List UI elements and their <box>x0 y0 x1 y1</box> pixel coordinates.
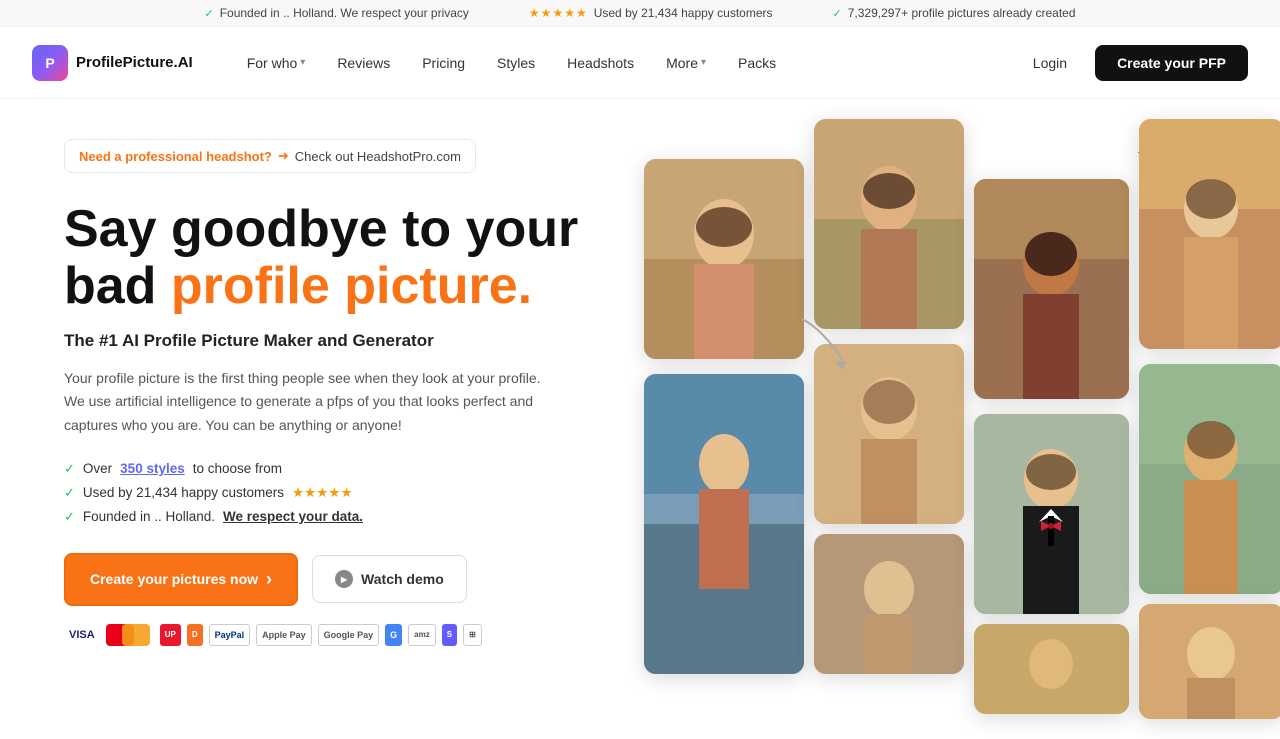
watch-demo-button[interactable]: ▶ Watch demo <box>312 555 467 603</box>
check-icon-2: ✓ <box>833 7 842 20</box>
feature-styles: ✓ Over 350 styles to choose from <box>64 461 604 477</box>
hero-description: Your profile picture is the first thing … <box>64 367 544 436</box>
photo-card-5 <box>974 179 1129 399</box>
nav-headshots[interactable]: Headshots <box>553 47 648 79</box>
unionpay-icon: UP <box>160 624 181 646</box>
qr-icon: ⊞ <box>463 624 482 646</box>
photo-card-4b <box>814 534 964 674</box>
play-icon: ▶ <box>335 570 353 588</box>
navbar: P ProfilePicture.AI For who ▾ Reviews Pr… <box>0 27 1280 99</box>
heading-highlight: profile picture. <box>171 257 532 315</box>
arrow-icon: ➜ <box>278 148 289 164</box>
payment-icons: VISA UP D PayPal Apple Pay Google Pay G … <box>64 624 604 646</box>
nav-reviews[interactable]: Reviews <box>323 47 404 79</box>
googlepay-icon: Google Pay <box>318 624 380 646</box>
watch-label: Watch demo <box>361 571 444 587</box>
connector-arrow-svg <box>792 309 852 369</box>
nav-links: For who ▾ Reviews Pricing Styles Headsho… <box>233 47 1017 79</box>
google-icon: G <box>385 624 402 646</box>
hero-right: Training set <box>604 139 1216 717</box>
headshot-banner-text: Check out HeadshotPro.com <box>295 149 461 164</box>
heading-line2: bad <box>64 257 171 315</box>
rating-stars: ★★★★★ <box>292 485 353 501</box>
amazon-icon: amz <box>408 624 436 646</box>
action-row: Create your pictures now › ▶ Watch demo <box>64 553 604 606</box>
photo-card-5c <box>974 624 1129 714</box>
stripe-icon: S <box>442 624 457 646</box>
visa-icon: VISA <box>64 624 100 646</box>
image-collage: Training set <box>644 119 1280 739</box>
feature-list: ✓ Over 350 styles to choose from ✓ Used … <box>64 461 604 525</box>
topbar: ✓ Founded in .. Holland. We respect your… <box>0 0 1280 27</box>
topbar-privacy: ✓ Founded in .. Holland. We respect your… <box>204 6 468 20</box>
discover-icon: D <box>187 624 203 646</box>
check-icon-5: ✓ <box>64 509 75 525</box>
headshot-banner[interactable]: Need a professional headshot? ➜ Check ou… <box>64 139 476 173</box>
headshot-link: Need a professional headshot? <box>79 149 272 164</box>
photo-card-6 <box>1139 119 1280 349</box>
nav-styles[interactable]: Styles <box>483 47 549 79</box>
photo-card-8 <box>1139 604 1280 719</box>
topbar-customers: ★★★★★ Used by 21,434 happy customers <box>529 6 773 20</box>
arrow-right-icon: › <box>266 569 272 590</box>
logo-icon: P <box>32 45 68 81</box>
photo-card-4 <box>814 344 964 524</box>
feature-privacy: ✓ Founded in .. Holland. We respect your… <box>64 509 604 525</box>
mastercard-orange-icon <box>122 624 150 646</box>
nav-more[interactable]: More ▾ <box>652 47 720 79</box>
logo-text: ProfilePicture.AI <box>76 54 193 71</box>
create-pfp-button[interactable]: Create your PFP <box>1095 45 1248 81</box>
hero-subheading: The #1 AI Profile Picture Maker and Gene… <box>64 331 604 351</box>
photo-card-3 <box>814 119 964 329</box>
photo-card-5b <box>974 414 1129 614</box>
nav-actions: Login Create your PFP <box>1017 45 1248 81</box>
chevron-down-icon: ▾ <box>300 57 305 68</box>
hero-left: Need a professional headshot? ➜ Check ou… <box>64 139 604 717</box>
main-content: Need a professional headshot? ➜ Check ou… <box>0 99 1280 717</box>
check-icon-3: ✓ <box>64 461 75 477</box>
paypal-icon: PayPal <box>209 624 251 646</box>
heading-line1: Say goodbye to your <box>64 200 578 258</box>
hero-heading: Say goodbye to your bad profile picture. <box>64 201 604 315</box>
login-button[interactable]: Login <box>1017 47 1083 79</box>
nav-pricing[interactable]: Pricing <box>408 47 479 79</box>
check-icon: ✓ <box>204 7 213 20</box>
applepay-icon: Apple Pay <box>256 624 312 646</box>
styles-link[interactable]: 350 styles <box>120 461 185 476</box>
feature-customers: ✓ Used by 21,434 happy customers ★★★★★ <box>64 485 604 501</box>
check-icon-4: ✓ <box>64 485 75 501</box>
create-pictures-button[interactable]: Create your pictures now › <box>64 553 298 606</box>
create-btn-label: Create your pictures now <box>90 571 258 587</box>
photo-card-1 <box>644 159 804 359</box>
logo[interactable]: P ProfilePicture.AI <box>32 45 193 81</box>
chevron-down-icon-2: ▾ <box>701 57 706 68</box>
nav-packs[interactable]: Packs <box>724 47 790 79</box>
privacy-link[interactable]: We respect your data. <box>223 509 363 524</box>
topbar-pictures: ✓ 7,329,297+ profile pictures already cr… <box>833 6 1076 20</box>
photo-card-2 <box>644 374 804 674</box>
nav-for-who[interactable]: For who ▾ <box>233 47 320 79</box>
photo-card-7 <box>1139 364 1280 594</box>
